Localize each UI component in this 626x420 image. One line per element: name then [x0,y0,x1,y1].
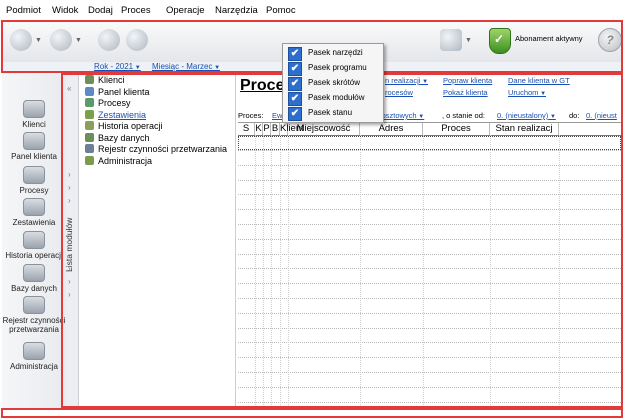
nav-label: Administracja [9,362,58,371]
nav-procesy[interactable]: Procesy [2,166,66,195]
content-highlight-frame [61,73,623,408]
checkbox-checked-icon[interactable]: ✔ [288,77,302,91]
nav-panel-klienta[interactable]: Panel klienta [2,132,66,161]
context-menu-item[interactable]: ✔ Pasek programu [285,61,381,76]
menu-pomoc[interactable]: Pomoc [266,5,296,16]
nav-label: Procesy [19,186,49,195]
reports-icon [23,198,45,216]
nav-administracja[interactable]: Administracja [2,342,66,371]
context-menu-item[interactable]: ✔ Pasek narzędzi [285,46,381,61]
toolbar-context-menu: ✔ Pasek narzędzi ✔ Pasek programu ✔ Pasek skr… [282,43,384,123]
admin-icon [23,342,45,360]
clients-icon [23,100,45,118]
database-icon [23,264,45,282]
nav-historia[interactable]: Historia operacji [2,231,66,260]
context-menu-label: Pasek skrótów [308,78,361,87]
gear-icon [23,166,45,184]
context-menu-label: Pasek programu [308,63,367,72]
client-panel-icon [23,132,45,150]
registry-icon [23,296,45,314]
context-menu-label: Pasek narzędzi [308,48,363,57]
nav-zestawienia[interactable]: Zestawienia [2,198,66,227]
statusbar-highlight-frame [1,408,623,418]
left-nav: Klienci Panel klienta Procesy Zestawieni… [2,74,67,410]
nav-rejestr[interactable]: Rejestr czynności przetwarzania [2,296,66,334]
history-icon [23,231,45,249]
context-menu-item[interactable]: ✔ Pasek skrótów [285,76,381,91]
menu-narzedzia[interactable]: Narzędzia [215,5,258,16]
context-menu-label: Pasek modułów [308,93,365,102]
nav-label: Panel klienta [11,152,57,161]
checkbox-checked-icon[interactable]: ✔ [288,92,302,106]
nav-label: Bazy danych [11,284,57,293]
nav-label: Klienci [22,120,46,129]
menu-podmiot[interactable]: Podmiot [6,5,41,16]
checkbox-checked-icon[interactable]: ✔ [288,107,302,121]
menu-widok[interactable]: Widok [52,5,78,16]
menu-bar: Podmiot Widok Dodaj Proces Operacje Narz… [0,0,626,20]
context-menu-item[interactable]: ✔ Pasek modułów [285,91,381,106]
context-menu-label: Pasek stanu [308,108,353,117]
menu-operacje[interactable]: Operacje [166,5,205,16]
nav-bazy[interactable]: Bazy danych [2,264,66,293]
nav-label: Historia operacji [5,251,63,260]
checkbox-checked-icon[interactable]: ✔ [288,47,302,61]
menu-proces[interactable]: Proces [121,5,151,16]
nav-label: Zestawienia [12,218,56,227]
menu-dodaj[interactable]: Dodaj [88,5,113,16]
checkbox-checked-icon[interactable]: ✔ [288,62,302,76]
nav-klienci[interactable]: Klienci [2,100,66,129]
nav-label: Rejestr czynności przetwarzania [2,316,66,334]
context-menu-item[interactable]: ✔ Pasek stanu [285,106,381,121]
